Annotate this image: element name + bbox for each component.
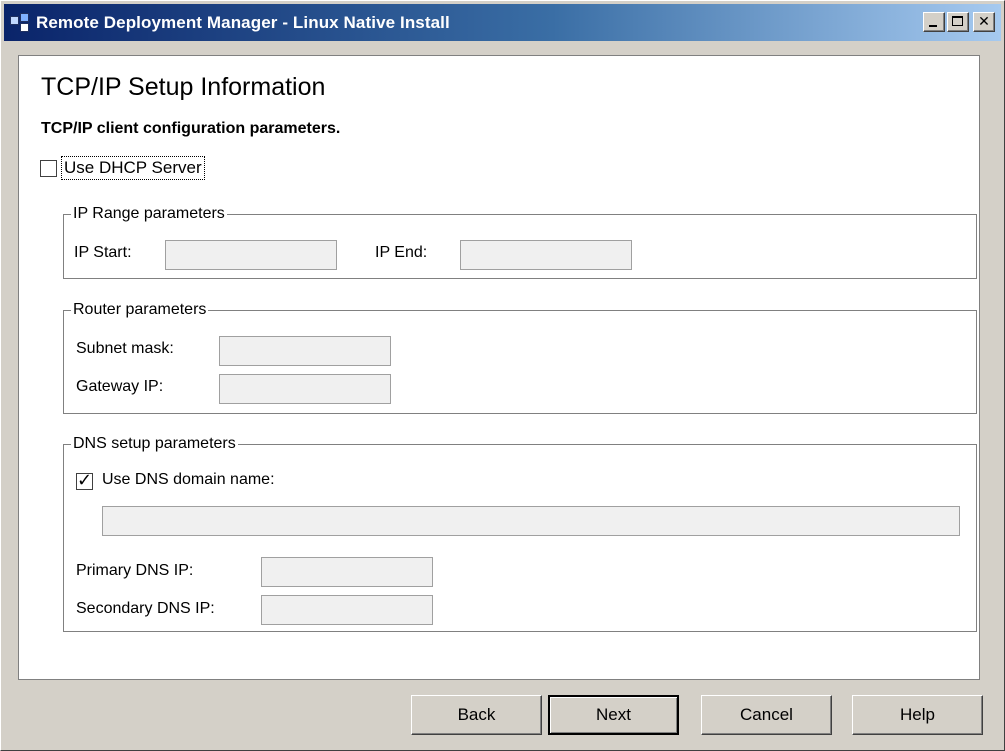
back-button[interactable]: Back [411,695,542,735]
window-title: Remote Deployment Manager - Linux Native… [36,12,450,32]
dns-legend: DNS setup parameters [73,435,236,452]
dns-group: DNS setup parameters ✓ Use DNS domain na… [63,435,977,632]
ip-start-input[interactable] [165,240,337,270]
ip-range-legend: IP Range parameters [73,205,225,222]
router-legend: Router parameters [73,301,207,318]
main-window: Remote Deployment Manager - Linux Native… [0,0,1005,751]
cancel-button[interactable]: Cancel [701,695,832,735]
ip-end-label: IP End: [375,244,428,261]
minimize-button[interactable] [923,12,945,32]
gateway-ip-label: Gateway IP: [76,378,164,395]
close-icon: ✕ [978,14,990,30]
dhcp-option[interactable]: Use DHCP Server [40,156,205,180]
ip-start-label: IP Start: [74,244,132,261]
primary-dns-input[interactable] [261,557,433,587]
page-subtitle: TCP/IP client configuration parameters. [41,120,341,137]
dns-domain-input[interactable] [102,506,960,536]
content-panel: TCP/IP Setup Information TCP/IP client c… [18,55,980,680]
dns-domain-label[interactable]: Use DNS domain name: [102,471,275,489]
subnet-mask-label: Subnet mask: [76,340,174,357]
dhcp-checkbox[interactable] [40,159,57,177]
minimize-icon [929,25,937,27]
app-icon [10,12,30,33]
secondary-dns-input[interactable] [261,595,433,625]
window-controls: ✕ [923,12,995,32]
help-button[interactable]: Help [852,695,983,735]
dhcp-label[interactable]: Use DHCP Server [61,156,205,180]
gateway-ip-input[interactable] [219,374,391,404]
maximize-icon [952,16,963,26]
ip-range-group: IP Range parameters IP Start: IP End: [63,205,977,279]
title-bar[interactable]: Remote Deployment Manager - Linux Native… [4,4,1001,41]
primary-dns-label: Primary DNS IP: [76,562,194,579]
page-title: TCP/IP Setup Information [41,73,326,101]
secondary-dns-label: Secondary DNS IP: [76,600,215,617]
close-button[interactable]: ✕ [973,12,995,32]
subnet-mask-input[interactable] [219,336,391,366]
next-button[interactable]: Next [548,695,679,735]
maximize-button[interactable] [947,12,969,32]
dns-domain-checkbox[interactable]: ✓ [76,470,93,491]
router-group: Router parameters Subnet mask: Gateway I… [63,301,977,414]
ip-end-input[interactable] [460,240,632,270]
checkmark-icon: ✓ [77,470,93,491]
